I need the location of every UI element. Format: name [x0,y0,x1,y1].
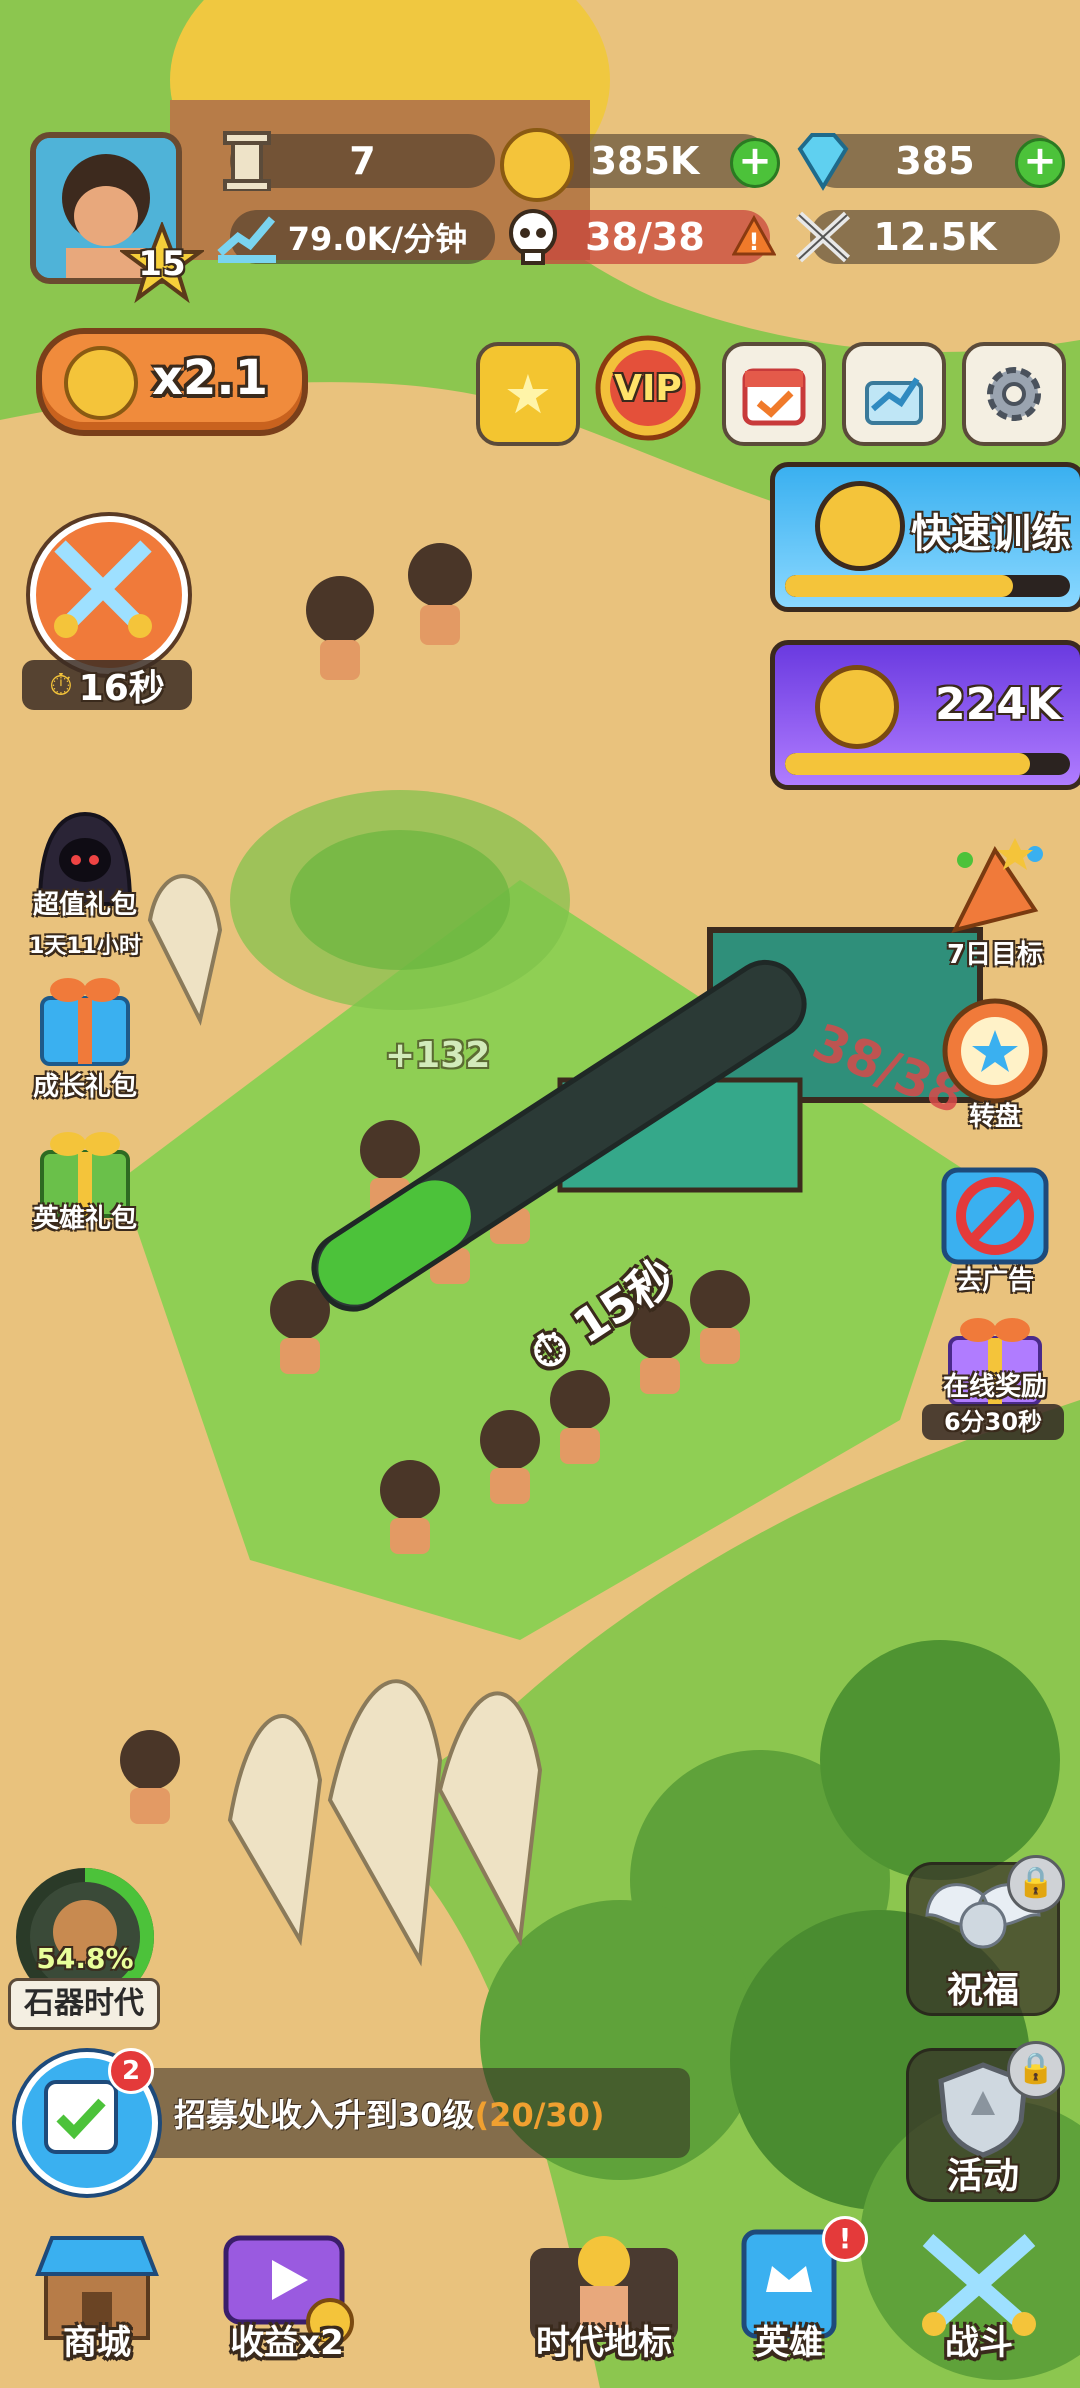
party-popper-icon [951,838,1043,933]
svg-text:!: ! [749,228,760,256]
online-reward-button[interactable]: 在线奖励 6分30秒 [920,1308,1070,1458]
lock-icon: 🔒 [1007,2041,1065,2099]
gold-coin-icon [815,665,899,749]
quest-bar[interactable]: 招募处收入升到30级(20/30) [90,2068,690,2158]
coin-reward-value: 224K [935,679,1061,730]
skull-icon [500,204,566,270]
seven-day-goal-label: 7日目标 [946,940,1044,970]
quest-progress: (20/30) [474,2096,605,2134]
income-rate-value: 79.0K/分钟 [287,220,468,258]
nav-landmark-button[interactable]: 时代地标 [522,2222,686,2372]
quest-badge-count: 2 [121,2056,141,2086]
remove-ads-label: 去广告 [955,1266,1034,1296]
spin-wheel-icon [942,998,1048,1104]
warning-icon: ! [731,214,777,262]
add-gems-button[interactable]: + [1015,138,1065,188]
lucky-wheel-button[interactable]: 转盘 [930,996,1060,1136]
gift-box-icon [40,978,130,1066]
gold-value: 385K [590,139,700,183]
super-value-pack-label: 超值礼包 [32,890,137,920]
quick-train-card[interactable]: 快速训练 [770,462,1080,612]
growth-pack-button[interactable]: 成长礼包 [20,968,150,1102]
growth-chart-icon [865,377,923,425]
power-value: 12.5K [873,215,997,259]
nav-shop-button[interactable]: 商城 [22,2222,172,2372]
remove-ads-button[interactable]: 去广告 [930,1160,1060,1300]
quest-text-row: 招募处收入升到30级(20/30) [174,2090,605,2136]
hero-pack-button[interactable]: 英雄礼包 [20,1120,150,1250]
achievements-button[interactable]: ★ [476,342,580,446]
clock-icon: ⏱ [49,667,73,703]
quick-train-progress [785,575,1070,597]
income-chart-icon [214,204,280,270]
crossed-swords-icon [54,540,152,638]
seven-day-goal-button[interactable]: 7日目标 [925,830,1065,970]
star-badge-icon: ★ [503,362,553,426]
quick-train-label: 快速训练 [911,511,1071,557]
events-label: 活动 [946,2156,1019,2197]
hero-pack-label: 英雄礼包 [32,1204,137,1234]
nav-heroes-button[interactable]: ! 英雄 [714,2216,868,2372]
diamond-icon [790,128,856,194]
population-value: 7 [349,139,376,183]
growth-pack-label: 成长礼包 [32,1072,137,1102]
quest-text: 招募处收入升到30级 [174,2096,475,2134]
nav-income-x2-label: 收益x2 [230,2323,344,2363]
stopwatch-icon [815,481,905,571]
coin-reward-progress [785,753,1070,775]
statistics-button[interactable] [842,342,946,446]
gem-value: 385 [895,139,975,183]
player-level-badge: 15 [117,220,207,306]
vip-button[interactable]: VIP [590,330,706,446]
player-level: 15 [138,244,186,284]
super-value-pack-button[interactable]: 超值礼包 1天11小时 [20,808,150,959]
blessing-button[interactable]: 🔒 祝福 [906,1855,1065,2016]
nav-battle-label: 战斗 [945,2323,1013,2363]
settings-button[interactable] [962,342,1066,446]
floating-income-text: +132 [385,1035,491,1076]
blessing-label: 祝福 [946,1970,1019,2011]
crossed-swords-icon [790,204,856,270]
lock-icon: 🔒 [1007,1855,1065,1913]
lucky-wheel-label: 转盘 [968,1102,1021,1132]
calendar-check-icon [742,368,806,426]
coin-reward-card[interactable]: 224K [770,640,1080,790]
capacity-value: 38/38 [585,215,705,259]
era-percent: 54.8% [36,1942,134,1975]
era-name-pill: 石器时代 [8,1978,160,2030]
heroes-alert-icon: ! [822,2216,868,2262]
battle-timer-pill: ⏱ 16秒 [22,660,192,710]
nav-income-x2-button[interactable]: 收益x2 [212,2222,362,2372]
income-boost-button[interactable]: x2.1 [36,328,308,436]
boost-arrow-icon [64,346,138,420]
boost-multiplier: x2.1 [152,350,268,406]
gold-coin-icon [500,128,574,202]
vip-label: VIP [614,368,682,409]
quick-train-progress-fill [785,575,1013,597]
battle-event-button[interactable] [30,516,188,674]
events-button[interactable]: 🔒 活动 [906,2041,1065,2202]
online-reward-label: 在线奖励 [942,1372,1047,1402]
nav-shop-label: 商城 [63,2323,131,2363]
add-gold-button[interactable]: + [730,138,780,188]
daily-checkin-button[interactable] [722,342,826,446]
quest-badge: 2 [108,2048,154,2094]
online-reward-timer-pill: 6分30秒 [922,1404,1064,1440]
coin-reward-progress-fill [785,753,1031,775]
battle-timer-text: 16秒 [78,668,165,709]
super-value-pack-timer: 1天11小时 [29,934,141,959]
online-reward-timer: 6分30秒 [943,1408,1043,1436]
nav-landmark-label: 时代地标 [536,2323,672,2363]
gear-icon [987,367,1041,421]
nav-heroes-label: 英雄 [755,2323,823,2363]
pillar-icon [214,128,280,194]
era-name: 石器时代 [24,1986,144,2021]
nav-battle-button[interactable]: 战斗 [904,2222,1054,2372]
no-ads-icon [941,1167,1049,1265]
